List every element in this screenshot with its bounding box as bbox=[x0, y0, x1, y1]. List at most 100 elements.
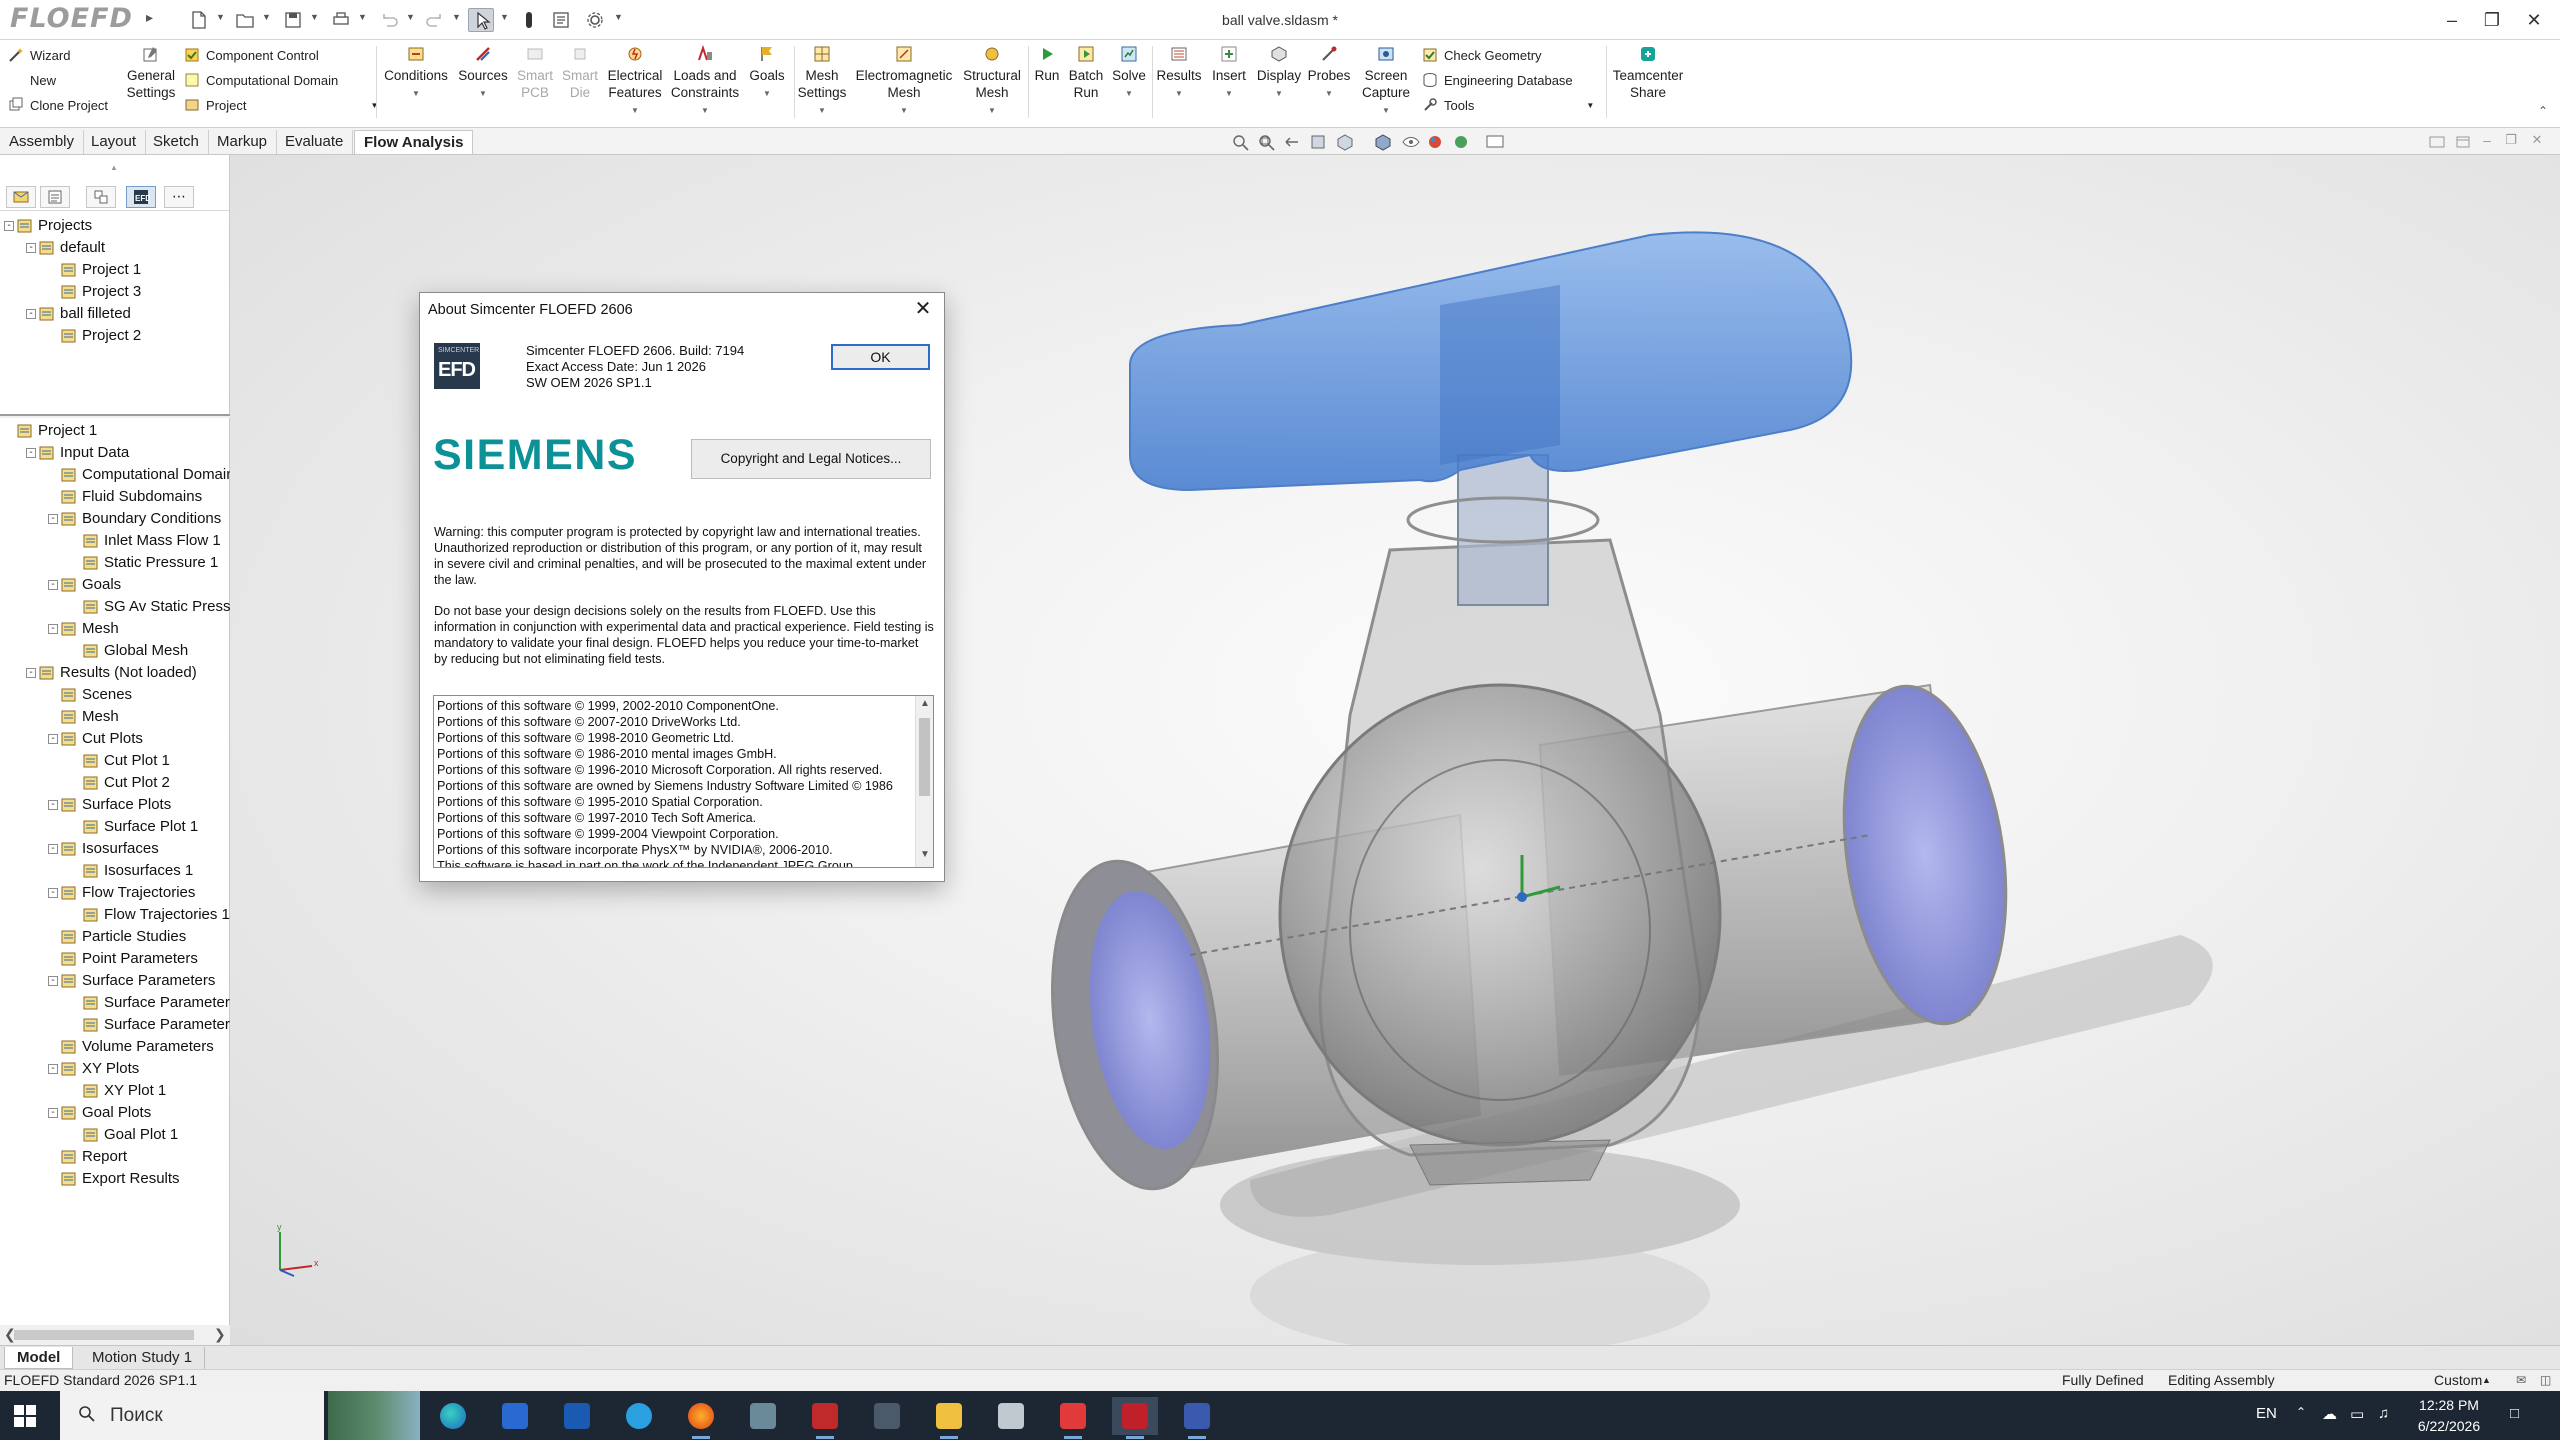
electrical-features-button[interactable]: Electrical Features ▼ bbox=[604, 44, 666, 119]
panel-collapse-grip[interactable]: ▲ bbox=[110, 163, 118, 172]
em-mesh-dropdown-icon[interactable]: ▼ bbox=[852, 102, 956, 119]
insert-dropdown-icon[interactable]: ▼ bbox=[1206, 85, 1252, 102]
tree-node[interactable]: Scenes bbox=[0, 684, 230, 706]
project-menu-button[interactable]: Project ▼ bbox=[184, 93, 378, 117]
taskbar-store[interactable] bbox=[492, 1397, 538, 1435]
tree-expander-icon[interactable]: - bbox=[26, 668, 36, 678]
more-tabs-icon[interactable]: ⋯ bbox=[164, 186, 194, 208]
tree-expander-icon[interactable]: - bbox=[48, 624, 58, 634]
volume-icon[interactable]: ♫ bbox=[2378, 1405, 2389, 1422]
tree-node[interactable]: - Boundary Conditions bbox=[0, 508, 230, 530]
tray-overflow-icon[interactable]: ⌃ bbox=[2296, 1405, 2306, 1419]
edit-appearance-icon[interactable] bbox=[1424, 132, 1446, 152]
tree-node[interactable]: Point Parameters bbox=[0, 948, 230, 970]
tab-layout[interactable]: Layout bbox=[82, 130, 147, 154]
status-comment-icon[interactable]: ✉ bbox=[2516, 1370, 2526, 1391]
feature-manager-tab-icon[interactable] bbox=[6, 186, 36, 208]
view-settings-icon[interactable] bbox=[1484, 132, 1506, 152]
tree-node[interactable]: - Isosurfaces bbox=[0, 838, 230, 860]
probes-dropdown-icon[interactable]: ▼ bbox=[1306, 85, 1352, 102]
screen-capture-button[interactable]: Screen Capture ▼ bbox=[1354, 44, 1418, 119]
component-control-button[interactable]: Component Control bbox=[184, 43, 319, 67]
tree-node[interactable]: - Mesh bbox=[0, 618, 230, 640]
tree-node[interactable]: - Surface Plots bbox=[0, 794, 230, 816]
project-dropdown-icon[interactable]: ▼ bbox=[370, 101, 378, 110]
section-view-icon[interactable] bbox=[1308, 132, 1330, 152]
taskbar-firefox[interactable] bbox=[678, 1397, 724, 1439]
tab-motion-study-1[interactable]: Motion Study 1 bbox=[80, 1347, 206, 1369]
loads-constraints-button[interactable]: Loads and Constraints ▼ bbox=[668, 44, 742, 119]
tree-expander-icon[interactable]: - bbox=[48, 1064, 58, 1074]
tree-node[interactable]: Surface Parameters 2 bbox=[0, 1014, 230, 1036]
electromagnetic-mesh-button[interactable]: Electromagnetic Mesh ▼ bbox=[852, 44, 956, 119]
units-dropdown-icon[interactable]: ▲ bbox=[2482, 1370, 2491, 1391]
sources-button[interactable]: Sources ▼ bbox=[454, 44, 512, 102]
solve-button[interactable]: Solve ▼ bbox=[1108, 44, 1150, 102]
tab-flow-analysis[interactable]: Flow Analysis bbox=[354, 130, 474, 154]
tree-node[interactable]: XY Plot 1 bbox=[0, 1080, 230, 1102]
status-help-icon[interactable]: ◫ bbox=[2540, 1370, 2551, 1391]
tree-node[interactable]: Surface Plot 1 bbox=[0, 816, 230, 838]
tree-node[interactable]: - Cut Plots bbox=[0, 728, 230, 750]
taskbar-app-gear[interactable] bbox=[740, 1397, 786, 1435]
taskbar-solidworks[interactable] bbox=[1112, 1397, 1158, 1439]
tab-markup[interactable]: Markup bbox=[208, 130, 278, 154]
restore-icon[interactable]: ❐ bbox=[2474, 6, 2510, 34]
property-manager-tab-icon[interactable] bbox=[40, 186, 70, 208]
tools-dropdown-icon[interactable]: ▼ bbox=[1586, 101, 1594, 110]
tree-node[interactable]: Project 1 bbox=[0, 259, 230, 281]
configuration-manager-tab-icon[interactable] bbox=[86, 186, 116, 208]
electrical-dropdown-icon[interactable]: ▼ bbox=[604, 102, 666, 119]
close-window-icon[interactable]: ✕ bbox=[2516, 6, 2552, 34]
tree-node[interactable]: Isosurfaces 1 bbox=[0, 860, 230, 882]
view-orientation-icon[interactable] bbox=[1334, 132, 1356, 152]
cloud-icon[interactable]: ☁ bbox=[2322, 1405, 2337, 1423]
scroll-up-icon[interactable]: ▲ bbox=[916, 698, 933, 714]
tree-node[interactable]: Cut Plot 2 bbox=[0, 772, 230, 794]
goals-button[interactable]: Goals ▼ bbox=[744, 44, 790, 102]
tree-expander-icon[interactable]: - bbox=[48, 734, 58, 744]
loads-dropdown-icon[interactable]: ▼ bbox=[668, 102, 742, 119]
solve-dropdown-icon[interactable]: ▼ bbox=[1108, 85, 1150, 102]
tree-node[interactable]: - Flow Trajectories bbox=[0, 882, 230, 904]
viewport-tile-icon[interactable] bbox=[2426, 132, 2448, 152]
screen-capture-dropdown-icon[interactable]: ▼ bbox=[1354, 102, 1418, 119]
tree-node[interactable]: Inlet Mass Flow 1 bbox=[0, 530, 230, 552]
tree-node[interactable]: Cut Plot 1 bbox=[0, 750, 230, 772]
tree-node[interactable]: Report bbox=[0, 1146, 230, 1168]
tree-node[interactable]: - Surface Parameters bbox=[0, 970, 230, 992]
tree-node[interactable]: Surface Parameters 1 bbox=[0, 992, 230, 1014]
structural-mesh-dropdown-icon[interactable]: ▼ bbox=[958, 102, 1026, 119]
taskbar-app-window[interactable] bbox=[988, 1397, 1034, 1435]
zoom-to-area-icon[interactable] bbox=[1256, 132, 1278, 152]
tree-node[interactable]: - default bbox=[0, 237, 230, 259]
clone-project-button[interactable]: Clone Project bbox=[8, 93, 108, 117]
notices-scrollbar[interactable]: ▲ ▼ bbox=[915, 696, 933, 867]
display-button[interactable]: Display ▼ bbox=[1254, 44, 1304, 102]
sources-dropdown-icon[interactable]: ▼ bbox=[454, 85, 512, 102]
tree-expander-icon[interactable]: - bbox=[4, 221, 14, 231]
taskbar-outlook[interactable] bbox=[554, 1397, 600, 1435]
tree-node[interactable]: Project 1 bbox=[0, 420, 230, 442]
previous-view-icon[interactable] bbox=[1282, 132, 1304, 152]
tab-model[interactable]: Model bbox=[4, 1347, 74, 1369]
viewport-restore-icon[interactable]: ❐ bbox=[2500, 132, 2522, 152]
tree-node[interactable]: - ball filleted bbox=[0, 303, 230, 325]
probes-button[interactable]: Probes ▼ bbox=[1306, 44, 1352, 102]
smart-die-button[interactable]: Smart Die bbox=[558, 44, 602, 101]
mesh-dropdown-icon[interactable]: ▼ bbox=[796, 102, 848, 119]
notifications-icon[interactable]: □ bbox=[2510, 1405, 2519, 1422]
tree-node[interactable]: - Goal Plots bbox=[0, 1102, 230, 1124]
tree-node[interactable]: Flow Trajectories 1 bbox=[0, 904, 230, 926]
notices-scroll-thumb[interactable] bbox=[919, 718, 930, 796]
third-party-notices-list[interactable]: Portions of this software © 1999, 2002-2… bbox=[433, 695, 934, 868]
results-button[interactable]: Results ▼ bbox=[1154, 44, 1204, 102]
tree-expander-icon[interactable]: - bbox=[26, 448, 36, 458]
viewport-float-icon[interactable] bbox=[2452, 132, 2474, 152]
scroll-down-icon[interactable]: ▼ bbox=[916, 849, 933, 865]
tree-node[interactable]: Project 2 bbox=[0, 325, 230, 347]
tree-expander-icon[interactable]: - bbox=[48, 514, 58, 524]
tree-node[interactable]: Goal Plot 1 bbox=[0, 1124, 230, 1146]
tree-node[interactable]: - Goals bbox=[0, 574, 230, 596]
zoom-to-fit-icon[interactable] bbox=[1230, 132, 1252, 152]
